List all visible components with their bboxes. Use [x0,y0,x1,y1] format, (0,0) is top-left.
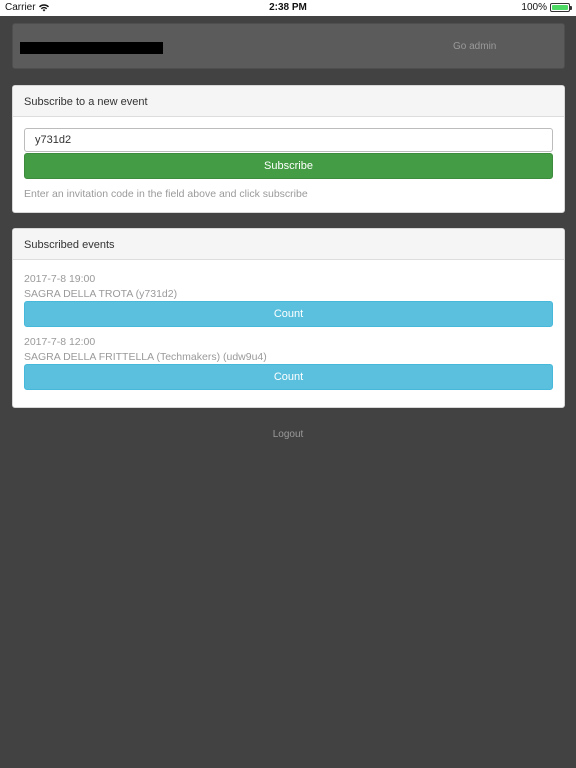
count-button[interactable]: Count [24,301,553,327]
subscribe-panel: Subscribe to a new event Subscribe Enter… [12,85,565,213]
event-name: SAGRA DELLA FRITTELLA (Techmakers) (udw9… [24,351,267,363]
go-admin-link[interactable]: Go admin [453,41,496,52]
event-date: 2017-7-8 12:00 [24,336,96,348]
navbar: Go admin [12,23,565,69]
events-panel-title: Subscribed events [13,229,564,260]
status-bar: Carrier 2:38 PM 100% [0,0,576,16]
battery-level [552,5,568,10]
battery-percent: 100% [521,2,547,13]
event-name: SAGRA DELLA TROTA (y731d2) [24,288,178,300]
battery-icon [550,3,572,12]
subscribe-help-text: Enter an invitation code in the field ab… [24,188,308,200]
logout-link[interactable]: Logout [0,429,576,440]
event-date: 2017-7-8 19:00 [24,273,96,285]
subscribed-events-panel: Subscribed events 2017-7-8 19:00 SAGRA D… [12,228,565,408]
status-battery-group: 100% [521,2,572,13]
subscribe-button[interactable]: Subscribe [24,153,553,179]
invitation-code-input[interactable] [24,128,553,152]
status-time: 2:38 PM [269,2,307,13]
count-button[interactable]: Count [24,364,553,390]
brand-redacted [20,42,163,54]
subscribe-panel-title: Subscribe to a new event [13,86,564,117]
